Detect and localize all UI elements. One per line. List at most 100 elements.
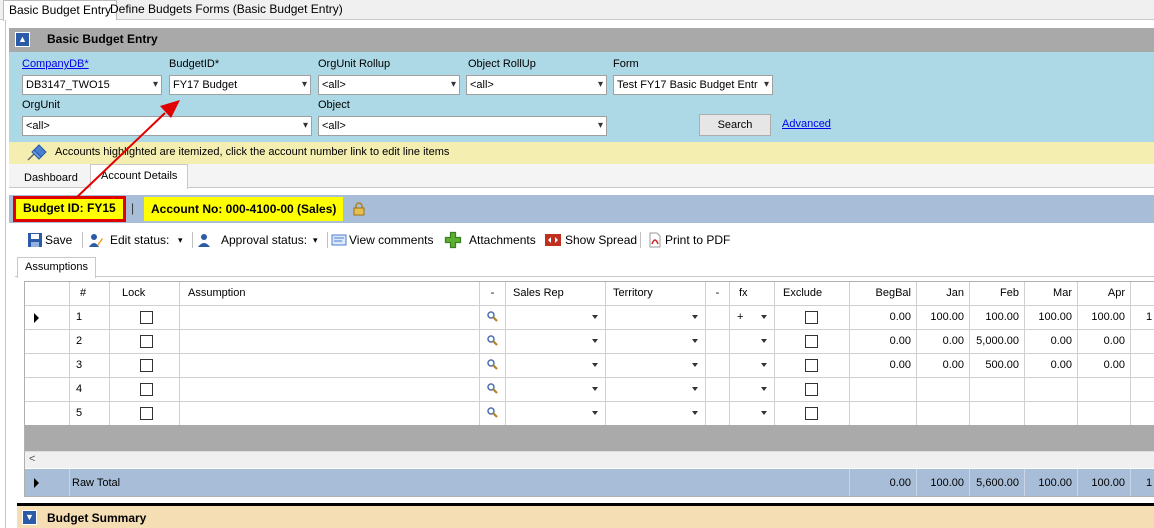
- magnifier-icon[interactable]: [486, 406, 498, 418]
- sales-rep-select[interactable]: [506, 378, 606, 402]
- assumption-cell[interactable]: [180, 402, 480, 426]
- apr-cell[interactable]: [1078, 402, 1131, 426]
- col-header-apr[interactable]: Apr: [1078, 282, 1131, 306]
- mar-cell[interactable]: 0.00: [1025, 330, 1078, 354]
- exclude-checkbox[interactable]: [805, 335, 818, 348]
- may-cell[interactable]: [1131, 378, 1154, 402]
- begbal-cell[interactable]: 0.00: [850, 354, 917, 378]
- assumption-cell[interactable]: [180, 378, 480, 402]
- apr-cell[interactable]: 0.00: [1078, 330, 1131, 354]
- assumption-cell[interactable]: [180, 330, 480, 354]
- jan-cell[interactable]: [917, 402, 970, 426]
- jan-cell[interactable]: 0.00: [917, 354, 970, 378]
- tab-dashboard[interactable]: Dashboard: [24, 172, 78, 184]
- col-header-sales-rep[interactable]: Sales Rep: [506, 282, 606, 306]
- exclude-checkbox[interactable]: [805, 359, 818, 372]
- fx-select[interactable]: [730, 402, 775, 426]
- lock-checkbox[interactable]: [140, 335, 153, 348]
- tab-define-budgets-forms[interactable]: Define Budgets Forms (Basic Budget Entry…: [105, 0, 348, 20]
- show-spread-button[interactable]: Show Spread: [545, 231, 637, 249]
- budget-id-select[interactable]: FY17 Budget ▾: [169, 75, 311, 95]
- col-header-jan[interactable]: Jan: [917, 282, 970, 306]
- advanced-link[interactable]: Advanced: [782, 118, 831, 130]
- col-header-may[interactable]: [1131, 282, 1154, 306]
- may-cell[interactable]: [1131, 330, 1154, 354]
- col-header-dash-1[interactable]: -: [480, 282, 506, 306]
- mar-cell[interactable]: [1025, 378, 1078, 402]
- scroll-left-icon[interactable]: <: [29, 453, 35, 465]
- sales-rep-select[interactable]: [506, 330, 606, 354]
- mar-cell[interactable]: [1025, 402, 1078, 426]
- col-header-mar[interactable]: Mar: [1025, 282, 1078, 306]
- territory-select[interactable]: [606, 330, 706, 354]
- sales-rep-select[interactable]: [506, 306, 606, 330]
- row-selector[interactable]: [25, 354, 70, 378]
- feb-cell[interactable]: 5,000.00: [970, 330, 1025, 354]
- edit-status-button[interactable]: Edit status: ▾: [88, 231, 188, 249]
- sales-rep-select[interactable]: [506, 354, 606, 378]
- exclude-checkbox[interactable]: [805, 311, 818, 324]
- object-select[interactable]: <all> ▾: [318, 116, 607, 136]
- tab-assumptions[interactable]: Assumptions: [17, 257, 96, 278]
- print-pdf-button[interactable]: Print to PDF: [647, 231, 737, 249]
- feb-cell[interactable]: 100.00: [970, 306, 1025, 330]
- budget-summary-header[interactable]: ▼ Budget Summary: [17, 503, 1154, 528]
- search-button[interactable]: Search: [699, 114, 771, 136]
- jan-cell[interactable]: [917, 378, 970, 402]
- object-rollup-select[interactable]: <all> ▾: [466, 75, 607, 95]
- collapse-up-icon[interactable]: ▲: [15, 32, 30, 47]
- row-selector[interactable]: [25, 402, 70, 426]
- apr-cell[interactable]: 100.00: [1078, 306, 1131, 330]
- territory-select[interactable]: [606, 378, 706, 402]
- lock-checkbox[interactable]: [140, 383, 153, 396]
- magnifier-icon[interactable]: [486, 334, 498, 346]
- assumption-cell[interactable]: [180, 306, 480, 330]
- territory-select[interactable]: [606, 354, 706, 378]
- may-cell[interactable]: 1: [1131, 306, 1154, 330]
- col-header-dash-2[interactable]: -: [706, 282, 730, 306]
- lock-checkbox[interactable]: [140, 311, 153, 324]
- orgunit-select[interactable]: <all> ▾: [22, 116, 312, 136]
- view-comments-button[interactable]: View comments: [331, 231, 439, 249]
- territory-select[interactable]: [606, 402, 706, 426]
- begbal-cell[interactable]: 0.00: [850, 330, 917, 354]
- fx-select[interactable]: [730, 354, 775, 378]
- row-selector[interactable]: [25, 378, 70, 402]
- jan-cell[interactable]: 0.00: [917, 330, 970, 354]
- apr-cell[interactable]: [1078, 378, 1131, 402]
- form-select[interactable]: Test FY17 Basic Budget Entr ▾: [613, 75, 773, 95]
- row-selector[interactable]: [25, 330, 70, 354]
- table-row[interactable]: 4: [25, 378, 1154, 402]
- table-row[interactable]: 3 0.00 0.00 500.00 0.00 0.00: [25, 354, 1154, 378]
- fx-select[interactable]: [730, 330, 775, 354]
- col-header-fx[interactable]: fx: [730, 282, 775, 306]
- begbal-cell[interactable]: [850, 402, 917, 426]
- feb-cell[interactable]: [970, 402, 1025, 426]
- fx-select[interactable]: +: [730, 306, 775, 330]
- col-header-feb[interactable]: Feb: [970, 282, 1025, 306]
- col-header-exclude[interactable]: Exclude: [775, 282, 850, 306]
- horizontal-scrollbar[interactable]: <: [25, 451, 1154, 468]
- collapse-down-icon[interactable]: ▼: [22, 510, 37, 525]
- table-row[interactable]: 5: [25, 402, 1154, 426]
- tab-account-details[interactable]: Account Details: [90, 164, 189, 189]
- mar-cell[interactable]: 0.00: [1025, 354, 1078, 378]
- territory-select[interactable]: [606, 306, 706, 330]
- lock-checkbox[interactable]: [140, 407, 153, 420]
- col-header-begbal[interactable]: BegBal: [850, 282, 917, 306]
- lock-checkbox[interactable]: [140, 359, 153, 372]
- feb-cell[interactable]: [970, 378, 1025, 402]
- approval-status-button[interactable]: Approval status: ▾: [197, 231, 323, 249]
- fx-select[interactable]: [730, 378, 775, 402]
- may-cell[interactable]: [1131, 402, 1154, 426]
- begbal-cell[interactable]: 0.00: [850, 306, 917, 330]
- begbal-cell[interactable]: [850, 378, 917, 402]
- col-header-num[interactable]: #: [70, 282, 110, 306]
- company-db-select[interactable]: DB3147_TWO15 ▾: [22, 75, 162, 95]
- apr-cell[interactable]: 0.00: [1078, 354, 1131, 378]
- lock-icon[interactable]: [352, 202, 366, 216]
- company-db-label[interactable]: CompanyDB*: [22, 58, 89, 70]
- tab-basic-budget-entry[interactable]: Basic Budget Entry: [3, 0, 118, 21]
- feb-cell[interactable]: 500.00: [970, 354, 1025, 378]
- col-header-lock[interactable]: Lock: [110, 282, 180, 306]
